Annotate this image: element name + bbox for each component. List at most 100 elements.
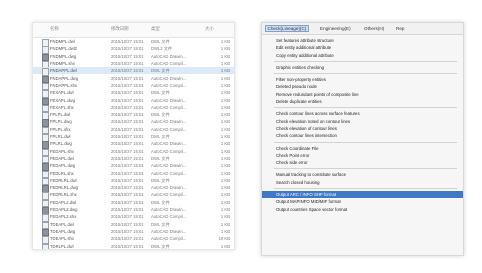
menu-item[interactable]: Check side error	[262, 159, 463, 166]
menu-separator	[274, 188, 457, 190]
file-row[interactable]: FEDAPL2.dwg 2015/10/27 15:01 AutoCAD Drawi…	[33, 206, 234, 215]
file-row[interactable]: FNDMPL.shx 2015/10/27 15:01 AutoCAD Compil…	[33, 60, 234, 69]
menu-item[interactable]: Check Coordinate File	[262, 145, 463, 152]
file-date: 2015/10/27 15:01	[111, 207, 144, 213]
file-row[interactable]: FNDAPPL.dwl 2015/10/27 15:01 DWL 文件 1 KB	[33, 67, 234, 76]
dropdown-menu-window: Check(Lineage)(C) Engineering(E) Others(…	[261, 22, 464, 256]
file-date: 2015/10/27 15:01	[111, 97, 144, 103]
file-row[interactable]: FEDAPL.dwg 2015/10/27 15:01 AutoCAD Drawin…	[33, 162, 234, 171]
file-date: 2015/10/27 15:01	[111, 199, 144, 205]
menu-item[interactable]: Check contour lines across surface featu…	[262, 110, 463, 117]
menu-item[interactable]: Remove redundant points of composite lin…	[262, 91, 463, 98]
file-name: FNDAPPL.dwl	[50, 68, 77, 74]
file-type: AutoCAD Compil...	[151, 236, 187, 242]
menu-check-lineage[interactable]: Check(Lineage)(C)	[265, 24, 309, 32]
file-row[interactable]: FEXAPL.dwg 2015/10/27 15:01 AutoCAD Drawin…	[33, 96, 234, 106]
menu-item[interactable]: Check Point error	[262, 152, 463, 159]
file-row[interactable]: FNDAPPL.shx 2015/10/27 15:01 AutoCAD Compi…	[33, 82, 234, 91]
file-row[interactable]: FNDMPL.dwg 2015/10/27 15:01 AutoCAD Drawin…	[33, 53, 234, 62]
menu-item[interactable]: Filter non-property entities	[262, 76, 463, 83]
file-name: FEXAPL.shx	[50, 104, 74, 110]
column-header-date[interactable]: 修改日期	[111, 26, 129, 32]
menu-item[interactable]: Delete duplicate entities	[262, 98, 463, 105]
menu-item[interactable]: Output ARC / INFO SHP format	[262, 191, 463, 199]
file-name: FEDRLRL.dwl	[50, 177, 77, 183]
file-row[interactable]: FEDAPL.dwl 2015/10/27 15:01 DWL 文件 1 KB	[33, 155, 234, 164]
file-type: DWL 文件	[151, 134, 170, 140]
file-row[interactable]: FEDAPL2.dwl 2015/10/27 15:01 DWL 文件 1 KB	[33, 199, 234, 208]
file-size: 1 KB	[220, 134, 230, 140]
file-row[interactable]: FPLPL.dwg 2015/10/27 15:01 AutoCAD Drawin.…	[33, 118, 234, 127]
file-row[interactable]: FNDMPL.dwl 2015/10/27 15:01 DWL 文件 1 KB	[33, 38, 234, 47]
file-date: 2015/10/27 15:01	[111, 163, 144, 169]
menu-item[interactable]: Check elevation noted on contour lines	[262, 118, 463, 125]
file-date: 2015/10/27 15:01	[111, 148, 144, 154]
file-row[interactable]: FPLPL.dwl 2015/10/27 15:01 DWL 文件 1 KB	[33, 111, 234, 120]
menu-item[interactable]: Set features attribute structure	[262, 37, 463, 44]
file-name: FNDMPL.dwl2	[50, 46, 77, 52]
file-type: AutoCAD Drawin...	[151, 228, 187, 234]
menu-item[interactable]: Check contour lines intersection	[262, 132, 463, 139]
menu-item[interactable]: Graphic entities checking	[262, 64, 463, 71]
file-row[interactable]: FEDRLRL.dwg 2015/10/27 15:01 AutoCAD Drawi…	[33, 184, 234, 193]
menu-separator	[274, 73, 457, 75]
file-row[interactable]: FNDAPPL.dwg 2015/10/27 15:01 AutoCAD Drawi…	[33, 74, 234, 84]
file-size: 1 KB	[220, 192, 230, 198]
file-name: FEDAPL2.shx	[50, 214, 77, 220]
file-row[interactable]: TDEAPL.shx 2015/10/27 15:01 AutoCAD Compil…	[33, 235, 234, 244]
file-row[interactable]: FNDMPL.dwl2 2015/10/27 15:01 DWL2 文件 1 KB	[33, 45, 234, 54]
column-header-name[interactable]: 名称	[50, 26, 59, 32]
file-list-header: 名称 修改日期 类型 大小	[33, 23, 234, 38]
menu-item[interactable]: Check elevation of contour lines	[262, 125, 463, 132]
file-size: 10 KB	[218, 236, 230, 242]
file-date: 2015/10/27 15:01	[111, 214, 144, 220]
file-row[interactable]: TDEAPL.dwl 2015/10/27 15:01 DWL 文件 1 KB	[33, 220, 234, 230]
menu-item[interactable]: Edit entity additional attribute	[262, 44, 463, 51]
menu-item-list: Set features attribute structure Edit ent…	[262, 35, 463, 213]
file-size: 1 KB	[220, 214, 230, 220]
file-date: 2015/10/27 15:01	[111, 104, 144, 110]
file-type: AutoCAD Compil...	[151, 192, 187, 198]
menu-item[interactable]: Output MAPINFO MID/MIF format	[262, 198, 463, 205]
file-list-body: FNDMPL.dwl 2015/10/27 15:01 DWL 文件 1 KB FNDM…	[33, 38, 234, 249]
file-row[interactable]: FEDRLRL.dwl 2015/10/27 15:01 DWL 文件 1 KB	[33, 177, 234, 186]
column-header-type[interactable]: 类型	[151, 26, 160, 32]
file-row[interactable]: TDEAPL.dwg 2015/10/27 15:01 AutoCAD Drawin…	[33, 228, 234, 237]
file-type: AutoCAD Drawin...	[151, 185, 187, 191]
menu-rep[interactable]: Rep	[396, 26, 404, 31]
file-row[interactable]: FEDAPL2.shx 2015/10/27 15:01 AutoCAD Compi…	[33, 213, 234, 222]
file-row[interactable]: FEDLRL.shx 2015/10/27 15:01 AutoCAD Compil…	[33, 169, 234, 179]
file-type: AutoCAD Compil...	[151, 82, 187, 88]
menu-item[interactable]: Manual tracking to constitute surface	[262, 171, 463, 178]
menu-separator	[274, 168, 457, 170]
menu-item[interactable]: Output countries Space vector format	[262, 206, 463, 213]
file-date: 2015/10/27 15:01	[111, 112, 144, 118]
column-header-size[interactable]: 大小	[205, 26, 214, 32]
file-row[interactable]: FEDAPL.shx 2015/10/27 15:01 AutoCAD Compil…	[33, 147, 234, 157]
file-size: 1 KB	[220, 207, 230, 213]
menu-others[interactable]: Others(H)	[364, 26, 384, 31]
menu-item[interactable]: Copy entity additional attribute	[262, 52, 463, 59]
file-date: 2015/10/27 15:01	[111, 192, 144, 198]
menu-separator	[274, 107, 457, 109]
file-row[interactable]: FPLPL.shx 2015/10/27 15:01 AutoCAD Compil.…	[33, 126, 234, 135]
file-date: 2015/10/27 15:01	[111, 82, 144, 88]
file-row[interactable]: FEDRLRL.shx 2015/10/27 15:01 AutoCAD Compi…	[33, 191, 234, 200]
file-type: AutoCAD Drawin...	[151, 163, 187, 169]
file-type: DWL 文件	[151, 90, 170, 96]
file-date: 2015/10/27 15:01	[111, 90, 144, 96]
file-date: 2015/10/27 15:01	[111, 68, 144, 74]
file-row[interactable]: FPLRL.dwg 2015/10/27 15:01 AutoCAD Drawin.…	[33, 140, 234, 149]
file-row[interactable]: FPLRL.dwl 2015/10/27 15:01 DWL 文件 1 KB	[33, 133, 234, 142]
menu-item[interactable]: Search closed housing	[262, 179, 463, 186]
file-type: DWL2 文件	[151, 46, 173, 52]
file-name: TDEAPL.dwg	[50, 228, 76, 234]
menu-item[interactable]: Deleted pseudo node	[262, 83, 463, 90]
file-date: 2015/10/27 15:01	[111, 141, 144, 147]
file-row[interactable]: FEXAPL.dwl 2015/10/27 15:01 DWL 文件 1 KB	[33, 89, 234, 98]
file-row[interactable]: FEXAPL.shx 2015/10/27 15:01 AutoCAD Compil…	[33, 104, 234, 113]
menu-separator	[274, 141, 457, 143]
menu-engineering[interactable]: Engineering(E)	[320, 26, 351, 31]
file-row[interactable]: TDRLPL.dwl 2015/10/27 15:01 DWL 文件 1 KB	[33, 242, 234, 249]
menubar: Check(Lineage)(C) Engineering(E) Others(…	[262, 23, 463, 35]
